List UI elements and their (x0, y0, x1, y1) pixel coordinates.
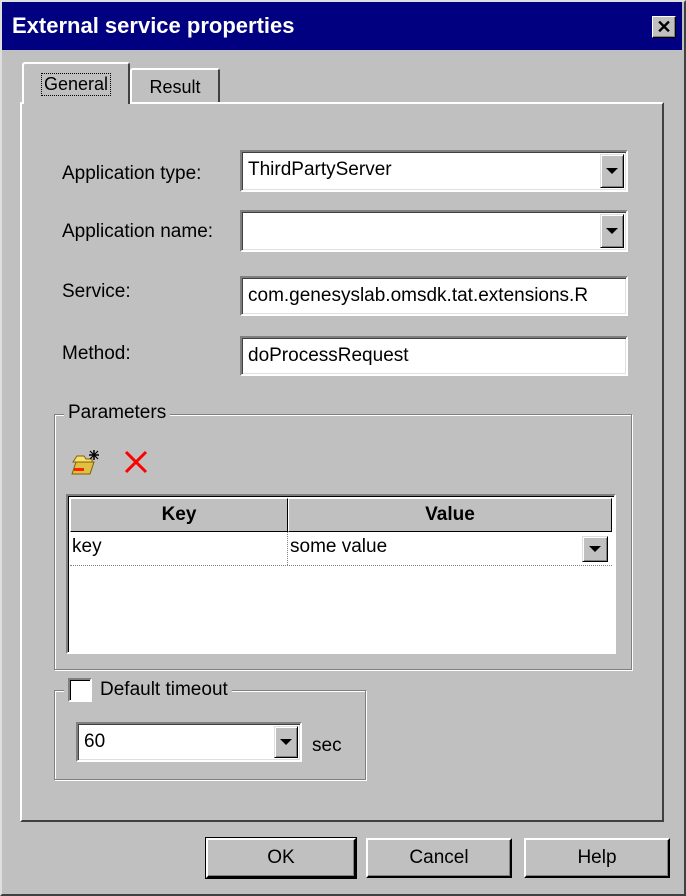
application-type-value: ThirdPartyServer (248, 159, 392, 180)
help-button[interactable]: Help (524, 838, 670, 878)
window-title: External service properties (12, 13, 295, 38)
application-name-dropdown-button[interactable] (600, 214, 624, 248)
service-value: com.genesyslab.omsdk.tat.extensions.R (248, 285, 589, 306)
ok-button-label: OK (267, 847, 295, 868)
default-timeout-label: Default timeout (100, 679, 228, 700)
table-cell-key[interactable]: key (70, 532, 288, 565)
timeout-select[interactable]: 60 (76, 722, 302, 762)
application-type-label: Application type: (62, 163, 202, 184)
help-button-label: Help (577, 847, 617, 868)
table-cell-value[interactable]: some value (288, 532, 578, 565)
method-input[interactable]: doProcessRequest (240, 336, 628, 376)
column-header-key-label: Key (161, 504, 197, 525)
column-header-value-label: Value (425, 504, 475, 525)
service-input[interactable]: com.genesyslab.omsdk.tat.extensions.R (240, 276, 628, 316)
timeout-value: 60 (84, 731, 106, 752)
delete-icon (124, 450, 148, 474)
tab-general-label: General (40, 72, 112, 96)
application-name-select[interactable] (240, 210, 628, 252)
method-label: Method: (62, 343, 131, 364)
add-parameter-button[interactable] (70, 448, 104, 476)
title-bar[interactable]: External service properties ✕ (2, 2, 682, 50)
application-name-label: Application name: (62, 221, 214, 242)
timeout-dropdown-button[interactable] (274, 726, 298, 758)
application-type-select[interactable]: ThirdPartyServer (240, 150, 628, 192)
default-timeout-checkbox[interactable] (68, 678, 92, 702)
value-dropdown-button[interactable] (582, 536, 608, 562)
service-label: Service: (62, 281, 131, 302)
column-header-key[interactable]: Key (70, 498, 288, 532)
timeout-header: Default timeout (64, 678, 232, 702)
add-parameter-icon (71, 450, 99, 475)
chevron-down-icon (606, 228, 618, 234)
tab-result[interactable]: Result (130, 68, 220, 104)
application-type-dropdown-button[interactable] (600, 154, 624, 188)
cancel-button[interactable]: Cancel (366, 838, 512, 878)
column-header-value[interactable]: Value (288, 498, 612, 532)
ok-button[interactable]: OK (205, 837, 357, 879)
close-icon: ✕ (656, 17, 672, 37)
chevron-down-icon (589, 546, 601, 552)
timeout-unit-label: sec (312, 735, 342, 756)
delete-parameter-button[interactable] (122, 448, 150, 476)
chevron-down-icon (280, 739, 292, 745)
table-row[interactable]: key some value (70, 532, 612, 566)
tab-result-label: Result (149, 76, 201, 97)
cancel-button-label: Cancel (409, 847, 469, 868)
parameters-title: Parameters (64, 402, 171, 424)
close-button[interactable]: ✕ (652, 16, 676, 38)
tab-general[interactable]: General (22, 62, 130, 104)
method-value: doProcessRequest (248, 345, 409, 366)
chevron-down-icon (606, 168, 618, 174)
